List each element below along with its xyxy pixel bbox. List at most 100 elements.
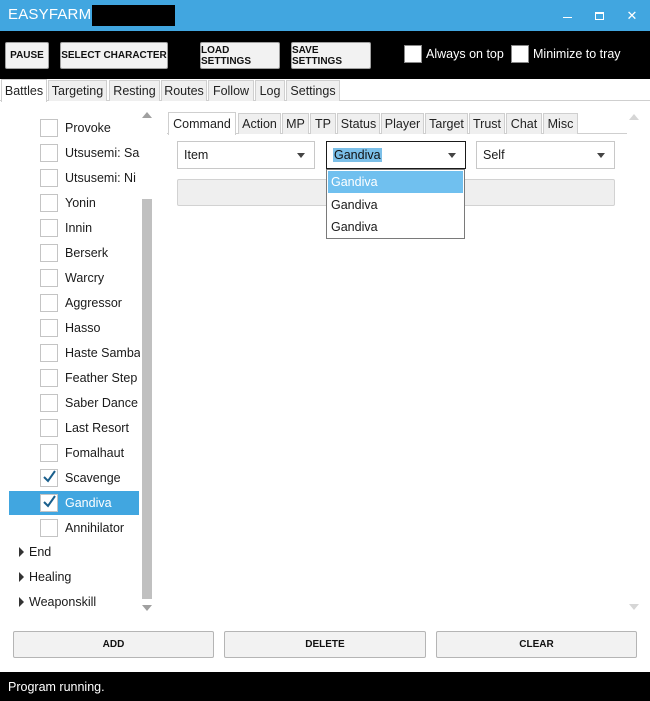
command-name-select[interactable]: Gandiva [326,141,466,169]
expand-arrow-icon[interactable] [19,547,24,557]
status-bar: Program running. [0,672,650,701]
tree-item-utsusemi-san[interactable]: Utsusemi: San [9,141,140,165]
tab-mp[interactable]: MP [282,113,309,134]
tree-item-checkbox[interactable] [40,244,58,262]
tab-follow[interactable]: Follow [208,80,254,101]
tab-target[interactable]: Target [425,113,468,134]
tree-item-berserk[interactable]: Berserk [9,241,139,265]
tab-targeting[interactable]: Targeting [48,80,107,101]
tree-group-weaponskill[interactable]: Weaponskill [19,591,96,613]
tab-command[interactable]: Command [168,112,236,135]
tree-item-gandiva[interactable]: Gandiva [9,491,139,515]
tab-trust[interactable]: Trust [469,113,505,134]
tree-item-feather-step[interactable]: Feather Step [9,366,139,390]
command-target-select[interactable]: Self [476,141,615,169]
tree-item-scavenge[interactable]: Scavenge [9,466,139,490]
scroll-thumb[interactable] [142,199,152,599]
tree-group-label: End [29,545,52,559]
tree-item-checkbox[interactable] [40,144,58,162]
tree-item-checkbox[interactable] [40,344,58,362]
tree-item-innin[interactable]: Innin [9,216,139,240]
dropdown-option[interactable]: Gandiva [328,194,463,216]
chevron-down-icon [297,153,305,158]
tree-item-last-resort[interactable]: Last Resort [9,416,139,440]
tree-item-checkbox[interactable] [40,444,58,462]
scroll-up-icon[interactable] [142,112,152,118]
tab-battles[interactable]: Battles [1,79,47,102]
tree-item-checkbox[interactable] [40,194,58,212]
minimize-to-tray-checkbox[interactable]: Minimize to tray [511,45,621,63]
tree-group-healing[interactable]: Healing [19,566,71,588]
minimize-to-tray-box[interactable] [511,45,529,63]
tree-item-label: Annihilator [65,521,125,535]
tree-item-checkbox[interactable] [40,319,58,337]
tree-item-annihilator[interactable]: Annihilator [9,516,139,540]
tree-item-checkbox[interactable] [40,469,58,487]
tree-item-yonin[interactable]: Yonin [9,191,139,215]
tab-label: Status [340,117,377,131]
command-type-select[interactable]: Item [177,141,315,169]
tree-item-fomalhaut[interactable]: Fomalhaut [9,441,139,465]
tree-item-checkbox[interactable] [40,519,58,537]
tree-scrollbar[interactable] [140,109,154,614]
tree-item-checkbox[interactable] [40,169,58,187]
tree-item-checkbox[interactable] [40,394,58,412]
dropdown-option[interactable]: Gandiva [328,171,463,193]
expand-arrow-icon[interactable] [19,597,24,607]
checkmark-icon [43,470,56,483]
scroll-down-icon[interactable] [142,605,152,611]
tree-item-checkbox[interactable] [40,119,58,137]
checkmark-icon [43,495,56,508]
close-button[interactable]: ✕ [615,0,649,31]
tab-chat[interactable]: Chat [506,113,542,134]
tree-item-provoke[interactable]: Provoke [9,116,139,140]
tab-settings[interactable]: Settings [286,80,340,101]
tab-action[interactable]: Action [238,113,281,134]
delete-button[interactable]: DELETE [224,631,426,658]
tree-item-label: Fomalhaut [65,446,125,460]
tab-label: Resting [113,84,156,98]
tab-tp[interactable]: TP [310,113,336,134]
title-bar: EASYFARM - ✕ [0,0,650,31]
load-settings-button[interactable]: LOAD SETTINGS [200,42,280,69]
tab-misc[interactable]: Misc [543,113,578,134]
tree-item-warcry[interactable]: Warcry [9,266,139,290]
tree-item-checkbox[interactable] [40,269,58,287]
tab-log[interactable]: Log [255,80,285,101]
tree-item-label: Warcry [65,271,105,285]
tree-item-label: Yonin [65,196,96,210]
tree-item-saber-dance[interactable]: Saber Dance [9,391,139,415]
tree-item-aggressor[interactable]: Aggressor [9,291,139,315]
tab-status[interactable]: Status [337,113,380,134]
always-on-top-box[interactable] [404,45,422,63]
add-button-label: ADD [102,639,125,650]
tree-item-checkbox[interactable] [40,219,58,237]
tab-routes[interactable]: Routes [161,80,207,101]
expand-arrow-icon[interactable] [19,572,24,582]
tab-player[interactable]: Player [381,113,424,134]
pause-button[interactable]: PAUSE [5,42,49,69]
select-character-button[interactable]: SELECT CHARACTER [60,42,168,69]
tree-group-end[interactable]: End [19,541,51,563]
tab-resting[interactable]: Resting [109,80,160,101]
tree-item-checkbox[interactable] [40,369,58,387]
tree-item-checkbox[interactable] [40,494,58,512]
tab-label: Battles [4,84,44,98]
save-settings-button[interactable]: SAVE SETTINGS [291,42,371,69]
always-on-top-checkbox[interactable]: Always on top [404,45,504,63]
add-button[interactable]: ADD [13,631,214,658]
tree-item-label: Berserk [65,246,109,260]
tree-item-checkbox[interactable] [40,419,58,437]
maximize-button[interactable] [582,0,616,31]
panel-scroll-up-icon[interactable] [629,114,639,120]
minimize-button[interactable] [550,0,584,31]
tree-item-checkbox[interactable] [40,294,58,312]
tree-item-utsusemi-ni[interactable]: Utsusemi: Ni [9,166,139,190]
panel-scroll-down-icon[interactable] [629,604,639,610]
clear-button[interactable]: CLEAR [436,631,637,658]
tree-item-haste-samba[interactable]: Haste Samba [9,341,140,365]
tree-item-label: Innin [65,221,93,235]
dropdown-option-label: Gandiva [331,175,378,189]
dropdown-option[interactable]: Gandiva [328,216,463,238]
tree-item-hasso[interactable]: Hasso [9,316,139,340]
